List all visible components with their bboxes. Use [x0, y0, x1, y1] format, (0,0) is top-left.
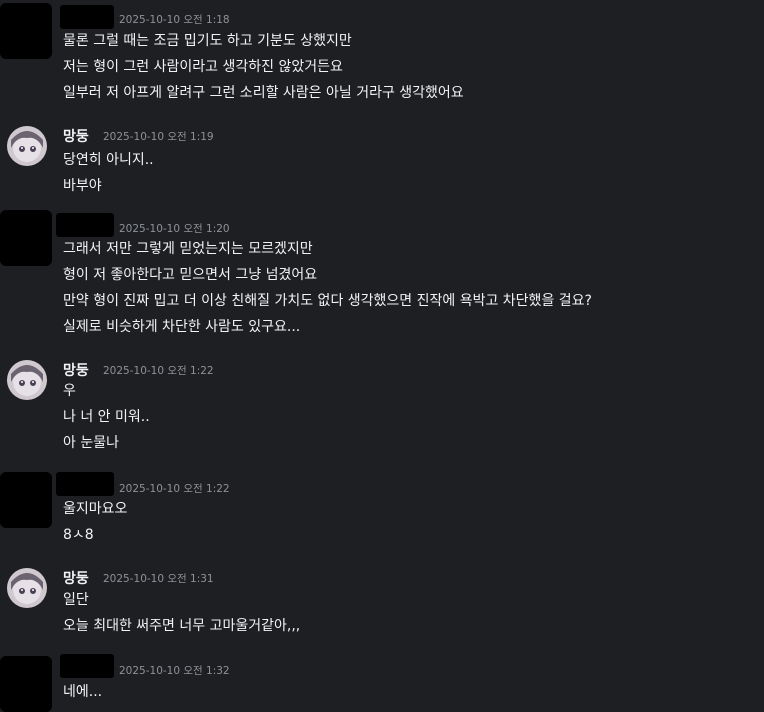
username-redacted[interactable] [60, 5, 114, 29]
message-text: 일단 [63, 592, 89, 608]
avatar-image [7, 568, 47, 608]
timestamp: 2025-10-10 오전 1:19 [103, 131, 214, 143]
message-text: 울지마요오 [63, 501, 128, 517]
message-text: 네에... [63, 684, 103, 700]
avatar-redacted[interactable] [0, 210, 52, 266]
username-redacted[interactable] [60, 654, 114, 678]
message-text: 저는 형이 그런 사람이라고 생각하진 않았거든요 [63, 59, 343, 75]
avatar[interactable] [7, 126, 47, 166]
message-text: 형이 저 좋아한다고 믿으면서 그냥 넘겼어요 [63, 267, 318, 283]
username[interactable]: 망둥 [63, 568, 89, 588]
message-text: 그래서 저만 그렇게 믿었는지는 모르겠지만 [63, 241, 313, 257]
timestamp: 2025-10-10 오전 1:31 [103, 573, 214, 585]
timestamp: 2025-10-10 오전 1:22 [119, 483, 230, 495]
message-text: 나 너 안 미워.. [63, 409, 150, 425]
username[interactable]: 망둥 [63, 126, 89, 146]
timestamp: 2025-10-10 오전 1:20 [119, 223, 230, 235]
avatar-redacted[interactable] [0, 472, 52, 528]
timestamp: 2025-10-10 오전 1:22 [103, 365, 214, 377]
message-text: 물론 그럴 때는 조금 밉기도 하고 기분도 상했지만 [63, 33, 352, 49]
timestamp: 2025-10-10 오전 1:18 [119, 14, 230, 26]
avatar[interactable] [7, 568, 47, 608]
message-text: 아 눈물나 [63, 435, 119, 451]
username-redacted[interactable] [56, 213, 114, 237]
message-text: 우 [63, 383, 76, 399]
avatar-image [7, 360, 47, 400]
timestamp: 2025-10-10 오전 1:32 [119, 665, 230, 677]
message-text: 일부러 저 아프게 알려구 그런 소리할 사람은 아닐 거라구 생각했어요 [63, 85, 464, 101]
avatar-redacted[interactable] [0, 3, 52, 59]
username[interactable]: 망둥 [63, 360, 89, 380]
avatar-redacted[interactable] [0, 656, 52, 712]
message-text: 바부야 [63, 178, 102, 194]
avatar-image [7, 126, 47, 166]
chat-log: 2025-10-10 오전 1:18 물론 그럴 때는 조금 밉기도 하고 기분… [0, 0, 764, 712]
username-redacted[interactable] [56, 472, 114, 496]
avatar[interactable] [7, 360, 47, 400]
message-text: 만약 형이 진짜 밉고 더 이상 친해질 가치도 없다 생각했으면 진작에 욕박… [63, 293, 592, 309]
message-text: 8ㅅ8 [63, 527, 94, 543]
message-text: 당연히 아니지.. [63, 152, 154, 168]
message-text: 오늘 최대한 써주면 너무 고마울거같아,,, [63, 618, 301, 634]
message-text: 실제로 비슷하게 차단한 사람도 있구요... [63, 319, 301, 335]
